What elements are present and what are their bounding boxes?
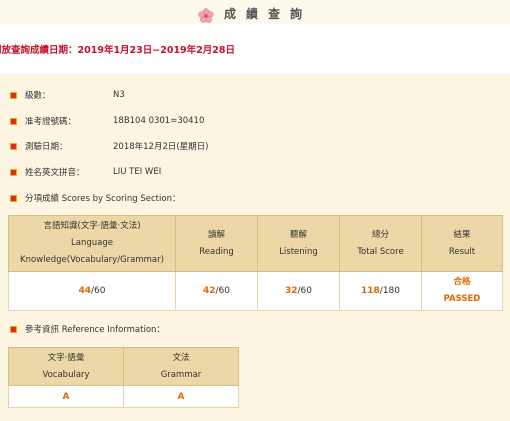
result-cell: 合格 PASSED: [421, 271, 503, 311]
header-line: 讀解: [207, 229, 225, 240]
reference-table: 文字·語彙 Vocabulary 文法 Grammar A A: [8, 347, 239, 408]
score-reading: 42/60: [175, 271, 258, 311]
info-label: 級數：: [25, 91, 51, 101]
info-exam-number: 准考證號碼： 18B104 0301=30410: [10, 114, 204, 128]
header-line: Result: [448, 246, 476, 257]
score-language-knowledge: 44/60: [8, 271, 176, 311]
scores-table: 言語知識(文字·語彙·文法) Language Knowledge(Vocabu…: [8, 215, 503, 311]
reference-header-row: 文字·語彙 Vocabulary 文法 Grammar: [8, 347, 239, 386]
grade-value: A: [62, 391, 70, 402]
col-header-result: 結果 Result: [421, 215, 503, 272]
col-header-language-knowledge: 言語知識(文字·語彙·文法) Language Knowledge(Vocabu…: [8, 215, 176, 272]
result-passed-en: PASSED: [443, 294, 481, 304]
section-title: 分項成績 Scores by Scoring Section：: [25, 194, 181, 204]
reference-value-row: A A: [8, 385, 239, 408]
score-value: 44: [78, 286, 92, 296]
info-value: N3: [113, 90, 125, 100]
col-header-vocabulary: 文字·語彙 Vocabulary: [8, 347, 124, 386]
header-line: 總分: [371, 229, 389, 240]
header-line: Listening: [279, 246, 318, 257]
header-line: Total Score: [357, 246, 404, 257]
score-value: 32: [284, 286, 298, 296]
header-line: Knowledge(Vocabulary/Grammar): [20, 255, 164, 265]
reference-section-heading: 參考資訊 Reference Information：: [10, 322, 165, 336]
info-value: LIU TEI WEI: [113, 167, 162, 177]
square-bullet-icon: [10, 168, 17, 176]
header-line: 結果: [453, 229, 471, 240]
header-line: Grammar: [160, 369, 202, 380]
query-period: 開放查詢成績日期：2019年1月23日~2019年2月28日: [0, 45, 236, 56]
header-line: 言語知識(文字·語彙·文法): [43, 221, 141, 231]
col-header-reading: 讀解 Reading: [175, 215, 258, 272]
square-bullet-icon: [10, 325, 17, 333]
cherry-blossom-icon: [198, 8, 214, 24]
header: 成績查詢: [0, 0, 510, 24]
section-title: 參考資訊 Reference Information：: [25, 325, 165, 335]
square-bullet-icon: [10, 194, 17, 202]
score-max: /60: [215, 286, 230, 296]
score-total: 118/180: [339, 271, 422, 311]
score-max: /180: [379, 286, 400, 296]
scores-section-heading: 分項成績 Scores by Scoring Section：: [10, 191, 180, 205]
info-label: 准考證號碼：: [25, 117, 77, 127]
header-line: 文法: [172, 352, 190, 363]
result-passed-zh: 合格: [453, 277, 471, 287]
score-listening: 32/60: [257, 271, 340, 311]
info-value: 2018年12月2日(星期日): [113, 142, 209, 152]
header-line: Vocabulary: [42, 369, 90, 380]
info-label: 測驗日期：: [25, 142, 68, 152]
score-max: /60: [91, 286, 106, 296]
info-exam-date: 測驗日期： 2018年12月2日(星期日): [10, 139, 209, 153]
grade-value: A: [177, 391, 185, 402]
header-line: 文字·語彙: [47, 352, 85, 363]
grade-vocabulary: A: [8, 385, 124, 408]
square-bullet-icon: [10, 117, 17, 125]
header-line: 聽解: [289, 229, 307, 240]
col-header-listening: 聽解 Listening: [257, 215, 340, 272]
square-bullet-icon: [10, 91, 17, 99]
grade-grammar: A: [123, 385, 239, 408]
score-value: 42: [202, 286, 216, 296]
score-value: 118: [360, 286, 380, 296]
header-line: Language: [71, 238, 113, 248]
info-label: 姓名英文拼音：: [25, 168, 85, 178]
scores-value-row: 44/60 42/60 32/60 118/180 合格 PASSED: [8, 271, 503, 311]
header-line: Reading: [199, 246, 234, 257]
page-title: 成績查詢: [223, 7, 312, 21]
score-max: /60: [297, 286, 312, 296]
col-header-total-score: 總分 Total Score: [339, 215, 422, 272]
square-bullet-icon: [10, 142, 17, 150]
scores-header-row: 言語知識(文字·語彙·文法) Language Knowledge(Vocabu…: [8, 215, 503, 272]
info-name: 姓名英文拼音： LIU TEI WEI: [10, 165, 161, 179]
info-value: 18B104 0301=30410: [113, 116, 205, 126]
info-level: 級數： N3: [10, 88, 125, 102]
col-header-grammar: 文法 Grammar: [123, 347, 239, 386]
